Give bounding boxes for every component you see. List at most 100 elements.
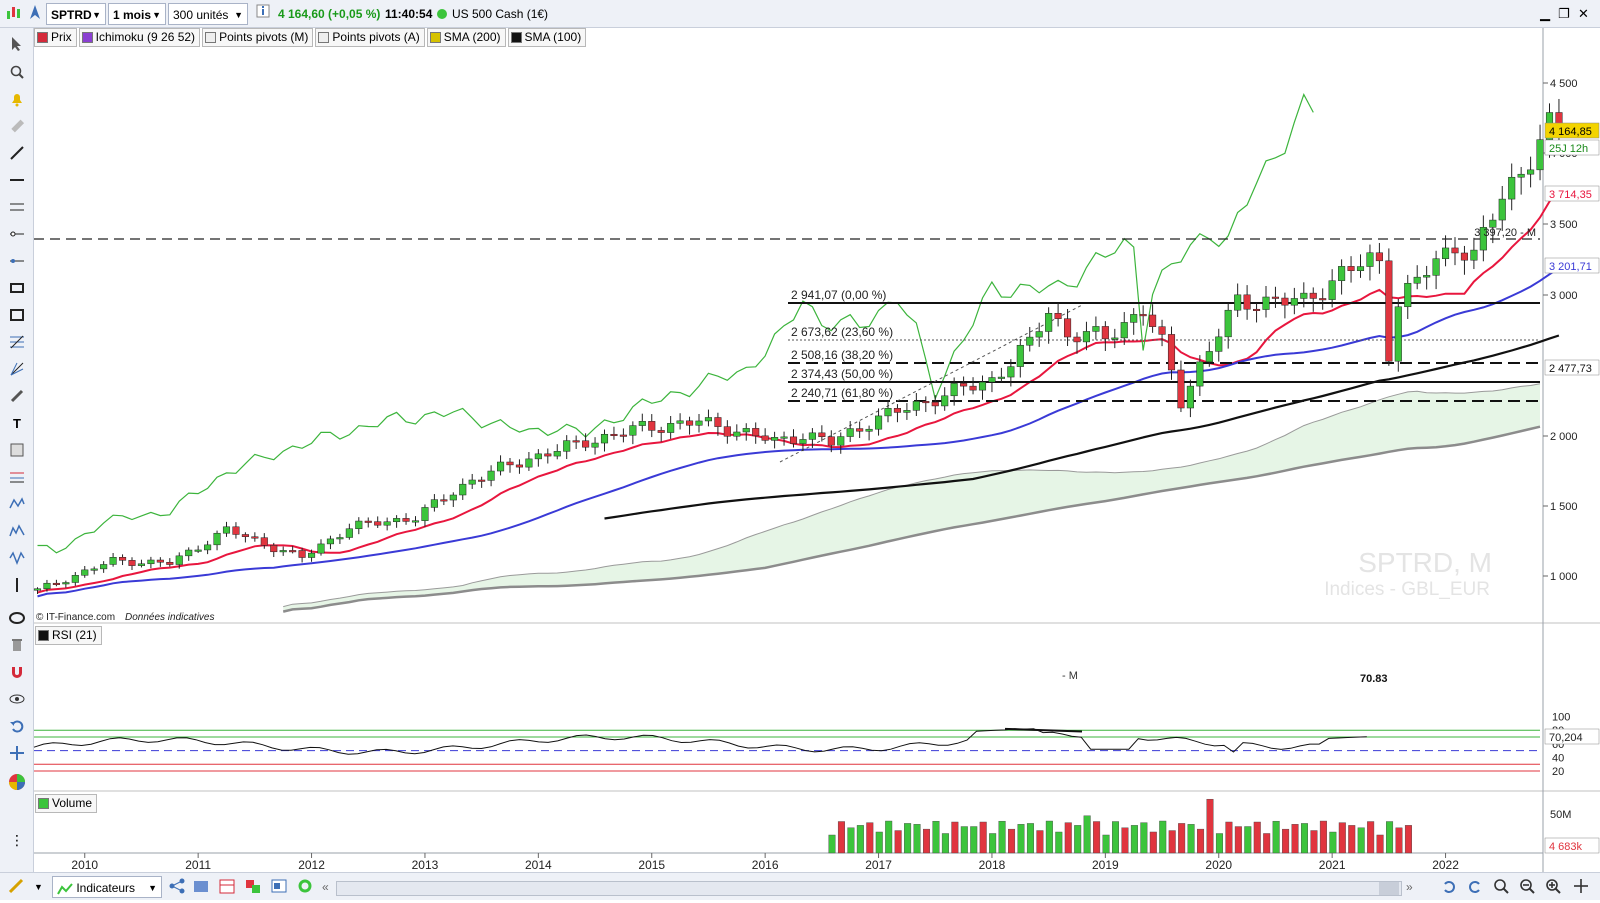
candle[interactable] bbox=[667, 423, 675, 433]
candle[interactable] bbox=[204, 544, 212, 551]
candle[interactable] bbox=[241, 534, 249, 537]
candle[interactable] bbox=[1394, 306, 1402, 362]
candle[interactable] bbox=[308, 552, 316, 558]
candle[interactable] bbox=[421, 507, 429, 521]
pencil-tool-icon[interactable] bbox=[6, 876, 26, 898]
candle[interactable] bbox=[128, 560, 136, 566]
candle[interactable] bbox=[789, 436, 798, 444]
candle[interactable] bbox=[610, 433, 618, 436]
horizontal-scrollbar[interactable] bbox=[336, 881, 1402, 896]
candle[interactable] bbox=[657, 430, 665, 433]
rsi-label-box[interactable]: RSI (21) bbox=[35, 626, 102, 645]
chevron-down-icon[interactable]: ▼ bbox=[34, 876, 43, 898]
candle[interactable] bbox=[648, 421, 656, 431]
candle[interactable] bbox=[582, 440, 590, 448]
candle[interactable] bbox=[289, 550, 297, 553]
candle[interactable] bbox=[1045, 313, 1053, 332]
candle[interactable] bbox=[808, 432, 816, 440]
candle[interactable] bbox=[1120, 322, 1128, 339]
template-icon[interactable] bbox=[270, 876, 288, 898]
candle[interactable] bbox=[1527, 169, 1535, 175]
candle[interactable] bbox=[430, 499, 438, 508]
candle[interactable] bbox=[941, 395, 949, 407]
candle[interactable] bbox=[619, 434, 627, 437]
candle[interactable] bbox=[411, 520, 420, 523]
candle[interactable] bbox=[515, 464, 524, 468]
candle[interactable] bbox=[950, 383, 958, 397]
candle[interactable] bbox=[818, 432, 826, 438]
candle[interactable] bbox=[534, 453, 542, 460]
candle[interactable] bbox=[1101, 326, 1109, 340]
candle[interactable] bbox=[1375, 252, 1383, 262]
candle[interactable] bbox=[988, 377, 996, 383]
candle[interactable] bbox=[865, 428, 873, 432]
candle[interactable] bbox=[62, 582, 70, 585]
candle[interactable] bbox=[1111, 337, 1119, 340]
candle[interactable] bbox=[903, 410, 911, 413]
candle[interactable] bbox=[1092, 326, 1100, 332]
candle[interactable] bbox=[1253, 308, 1261, 311]
candle[interactable] bbox=[837, 436, 845, 446]
candle[interactable] bbox=[960, 383, 968, 387]
candle[interactable] bbox=[1243, 294, 1251, 310]
candle[interactable] bbox=[1082, 331, 1091, 343]
candle[interactable] bbox=[742, 428, 750, 433]
candle[interactable] bbox=[1007, 366, 1015, 378]
candle[interactable] bbox=[1281, 297, 1289, 306]
candle[interactable] bbox=[137, 563, 145, 566]
candle[interactable] bbox=[1054, 313, 1062, 319]
candle[interactable] bbox=[1262, 296, 1270, 310]
candle[interactable] bbox=[1290, 298, 1298, 306]
candle[interactable] bbox=[1328, 280, 1336, 300]
candle[interactable] bbox=[525, 458, 533, 468]
candle[interactable] bbox=[912, 401, 920, 411]
candle[interactable] bbox=[856, 428, 864, 432]
candle[interactable] bbox=[1196, 361, 1204, 387]
candle[interactable] bbox=[1319, 298, 1327, 301]
settings-icon[interactable] bbox=[296, 876, 314, 898]
candle[interactable] bbox=[723, 426, 731, 437]
candle[interactable] bbox=[600, 433, 609, 444]
candle[interactable] bbox=[1451, 247, 1459, 254]
candle[interactable] bbox=[478, 479, 486, 482]
candle[interactable] bbox=[1404, 282, 1412, 308]
redo-zoom-icon[interactable] bbox=[1466, 876, 1484, 898]
candle[interactable] bbox=[222, 526, 231, 534]
candle[interactable] bbox=[393, 518, 401, 523]
candle[interactable] bbox=[326, 538, 334, 545]
candle[interactable] bbox=[1186, 385, 1194, 409]
candle[interactable] bbox=[969, 385, 977, 391]
candle[interactable] bbox=[175, 555, 183, 565]
candle[interactable] bbox=[563, 440, 571, 452]
candle[interactable] bbox=[780, 436, 788, 439]
candle[interactable] bbox=[90, 568, 98, 571]
candle[interactable] bbox=[978, 381, 987, 391]
candle[interactable] bbox=[1413, 276, 1421, 284]
candle[interactable] bbox=[1035, 331, 1043, 338]
candle[interactable] bbox=[383, 521, 391, 526]
candle[interactable] bbox=[33, 588, 42, 591]
candle[interactable] bbox=[771, 437, 779, 441]
candle[interactable] bbox=[1130, 314, 1138, 323]
screenshot-icon[interactable] bbox=[192, 876, 210, 898]
candle[interactable] bbox=[1309, 292, 1317, 299]
candle[interactable] bbox=[1356, 266, 1365, 271]
undo-zoom-icon[interactable] bbox=[1440, 876, 1458, 898]
candle[interactable] bbox=[761, 435, 769, 441]
candle[interactable] bbox=[544, 453, 552, 457]
candle[interactable] bbox=[733, 431, 741, 437]
candle[interactable] bbox=[345, 528, 353, 538]
candle[interactable] bbox=[591, 442, 599, 448]
candle[interactable] bbox=[846, 428, 854, 437]
candle[interactable] bbox=[629, 425, 637, 436]
candle[interactable] bbox=[638, 421, 646, 426]
candle[interactable] bbox=[1517, 173, 1525, 178]
candle[interactable] bbox=[506, 461, 514, 466]
table-icon[interactable] bbox=[218, 876, 236, 898]
candle[interactable] bbox=[1064, 318, 1072, 338]
candle[interactable] bbox=[553, 451, 561, 457]
indicators-button[interactable]: Indicateurs ▼ bbox=[52, 876, 162, 898]
candle[interactable] bbox=[336, 537, 344, 540]
candle[interactable] bbox=[572, 440, 580, 443]
candle[interactable] bbox=[695, 420, 703, 426]
